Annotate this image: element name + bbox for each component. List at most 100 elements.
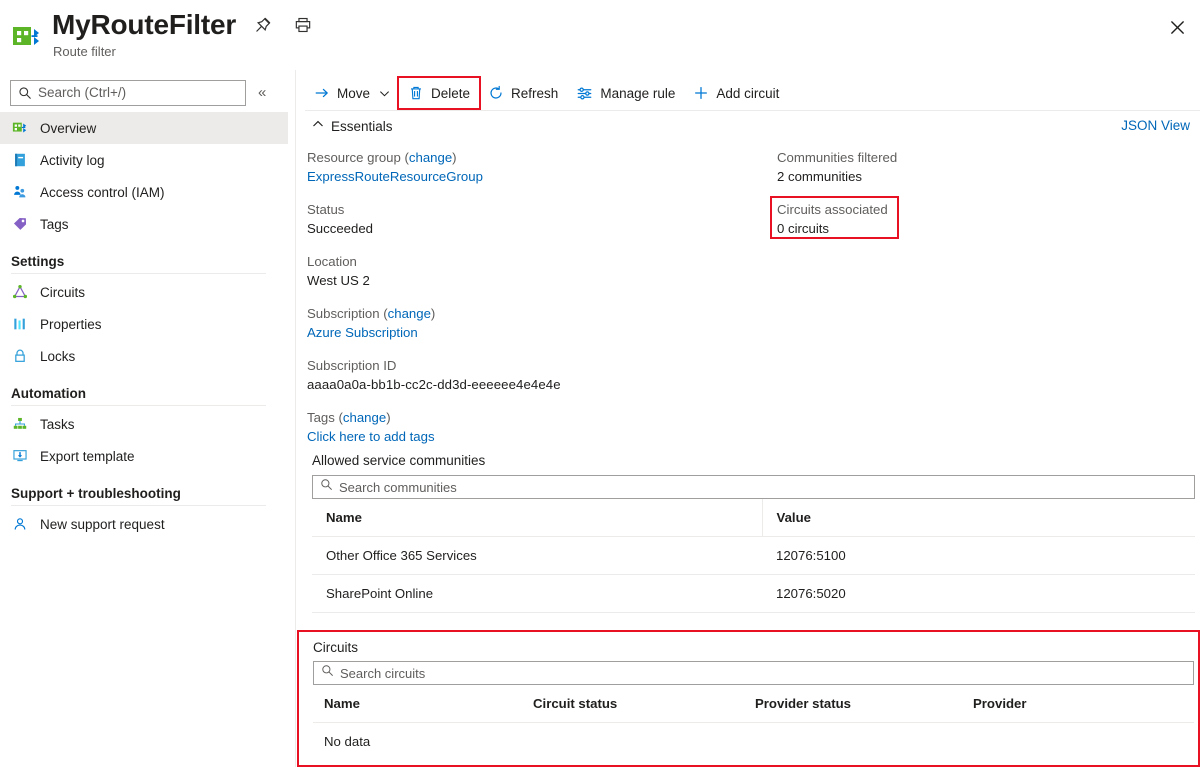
sidebar-item-label: Export template: [40, 449, 135, 464]
field-label: Location: [307, 252, 747, 271]
sidebar-item-label: New support request: [40, 517, 165, 532]
communities-search-input[interactable]: Search communities: [312, 475, 1195, 499]
sidebar-item-properties[interactable]: Properties: [0, 308, 288, 340]
title-row: MyRouteFilter: [52, 8, 316, 42]
table-row[interactable]: Other Office 365 Services 12076:5100: [312, 537, 1195, 575]
section-title: Circuits: [313, 640, 1194, 655]
route-filter-icon: [10, 20, 42, 52]
field-label: Subscription (change): [307, 304, 747, 323]
lock-icon: [11, 348, 28, 365]
sidebar-item-label: Circuits: [40, 285, 85, 300]
sidebar-item-label: Tasks: [40, 417, 75, 432]
change-link[interactable]: change: [343, 410, 386, 425]
field-label: Status: [307, 200, 747, 219]
field-label: Resource group (change): [307, 148, 747, 167]
sidebar-group-settings: Settings Circuits: [0, 254, 288, 372]
sidebar-divider: [295, 70, 296, 767]
field-value[interactable]: ExpressRouteResourceGroup: [307, 167, 747, 187]
pin-icon[interactable]: [250, 12, 276, 38]
essentials-left-column: Resource group (change) ExpressRouteReso…: [307, 148, 747, 460]
field-value: West US 2: [307, 271, 747, 291]
cell-name: Other Office 365 Services: [312, 537, 762, 575]
circuits-icon: [11, 284, 28, 301]
print-icon[interactable]: [290, 12, 316, 38]
move-button[interactable]: Move: [305, 78, 399, 108]
change-link[interactable]: change: [388, 306, 431, 321]
sidebar-item-tags[interactable]: Tags: [0, 208, 288, 240]
collapse-sidebar-button[interactable]: «: [258, 81, 266, 105]
delete-button[interactable]: Delete: [399, 78, 479, 108]
sidebar-item-label: Tags: [40, 217, 69, 232]
circuits-table: Name Circuit status Provider status Prov…: [313, 685, 1194, 760]
circuits-search-input[interactable]: Search circuits: [313, 661, 1194, 685]
field-label: Tags (change): [307, 408, 747, 427]
field-value[interactable]: Azure Subscription: [307, 323, 747, 343]
field-circuits-associated: Circuits associated 0 circuits: [777, 200, 1127, 239]
table-row-empty: No data: [313, 723, 1194, 761]
add-circuit-button[interactable]: Add circuit: [684, 78, 788, 108]
column-header-value[interactable]: Value: [762, 499, 1195, 537]
sidebar-item-access-control[interactable]: Access control (IAM): [0, 176, 288, 208]
page-title: MyRouteFilter: [52, 8, 236, 42]
json-view-link[interactable]: JSON View: [1121, 118, 1190, 133]
refresh-button[interactable]: Refresh: [479, 78, 567, 108]
field-communities-filtered: Communities filtered 2 communities: [777, 148, 1127, 187]
sidebar-item-activity-log[interactable]: Activity log: [0, 144, 288, 176]
field-location: Location West US 2: [307, 252, 747, 291]
table-row[interactable]: SharePoint Online 12076:5020: [312, 575, 1195, 613]
sidebar-item-new-support-request[interactable]: New support request: [0, 508, 288, 540]
field-value: aaaa0a0a-bb1b-cc2c-dd3d-eeeeee4e4e4e: [307, 375, 747, 395]
search-input[interactable]: Search (Ctrl+/): [38, 81, 126, 105]
table-header-row: Name Value: [312, 499, 1195, 537]
arrow-right-icon: [314, 85, 330, 101]
delete-label: Delete: [431, 86, 470, 101]
sidebar-item-label: Activity log: [40, 153, 105, 168]
essentials-toggle[interactable]: Essentials: [312, 117, 393, 135]
cell-value: 12076:5020: [762, 575, 1195, 613]
sidebar-item-overview[interactable]: Overview: [0, 112, 288, 144]
field-value[interactable]: Click here to add tags: [307, 427, 747, 447]
empty-message: No data: [313, 723, 1194, 761]
sidebar-group-support: Support + troubleshooting New support re…: [0, 486, 288, 540]
sidebar-item-export-template[interactable]: Export template: [0, 440, 288, 472]
field-label: Subscription ID: [307, 356, 747, 375]
sidebar-group-title: Support + troubleshooting: [0, 486, 288, 501]
sidebar-item-tasks[interactable]: Tasks: [0, 408, 288, 440]
field-value: Succeeded: [307, 219, 747, 239]
column-header-name[interactable]: Name: [313, 685, 533, 723]
close-icon[interactable]: [1162, 12, 1192, 42]
sidebar-group-title: Settings: [0, 254, 288, 269]
blade-header: MyRouteFilter: [0, 0, 1200, 68]
search-icon: [18, 86, 32, 100]
field-label: Communities filtered: [777, 148, 1127, 167]
chevron-down-icon[interactable]: [379, 88, 390, 99]
field-subscription-id: Subscription ID aaaa0a0a-bb1b-cc2c-dd3d-…: [307, 356, 747, 395]
essentials-right-column: Communities filtered 2 communities Circu…: [777, 148, 1127, 252]
cell-name: SharePoint Online: [312, 575, 762, 613]
column-header-provider-status[interactable]: Provider status: [755, 685, 973, 723]
column-header-name[interactable]: Name: [312, 499, 762, 537]
command-bar: Move Delete: [305, 78, 788, 108]
sidebar-item-locks[interactable]: Locks: [0, 340, 288, 372]
page-subtitle: Route filter: [53, 44, 116, 59]
plus-icon: [693, 85, 709, 101]
refresh-icon: [488, 85, 504, 101]
add-circuit-label: Add circuit: [716, 86, 779, 101]
field-label: Circuits associated: [777, 200, 1127, 219]
column-header-provider[interactable]: Provider: [973, 685, 1194, 723]
divider: [11, 505, 266, 506]
azure-portal-blade: MyRouteFilter: [0, 0, 1200, 767]
search-icon: [321, 664, 334, 682]
move-label: Move: [337, 86, 370, 101]
chevron-up-icon: [312, 117, 324, 135]
column-header-circuit-status[interactable]: Circuit status: [533, 685, 755, 723]
sidebar-search[interactable]: Search (Ctrl+/): [10, 80, 246, 106]
manage-rule-label: Manage rule: [600, 86, 675, 101]
search-placeholder: Search circuits: [340, 666, 425, 681]
sidebar-item-circuits[interactable]: Circuits: [0, 276, 288, 308]
manage-rule-button[interactable]: Manage rule: [567, 78, 684, 108]
change-link[interactable]: change: [409, 150, 452, 165]
trash-icon: [408, 85, 424, 101]
divider: [11, 273, 266, 274]
sidebar-item-label: Access control (IAM): [40, 185, 165, 200]
